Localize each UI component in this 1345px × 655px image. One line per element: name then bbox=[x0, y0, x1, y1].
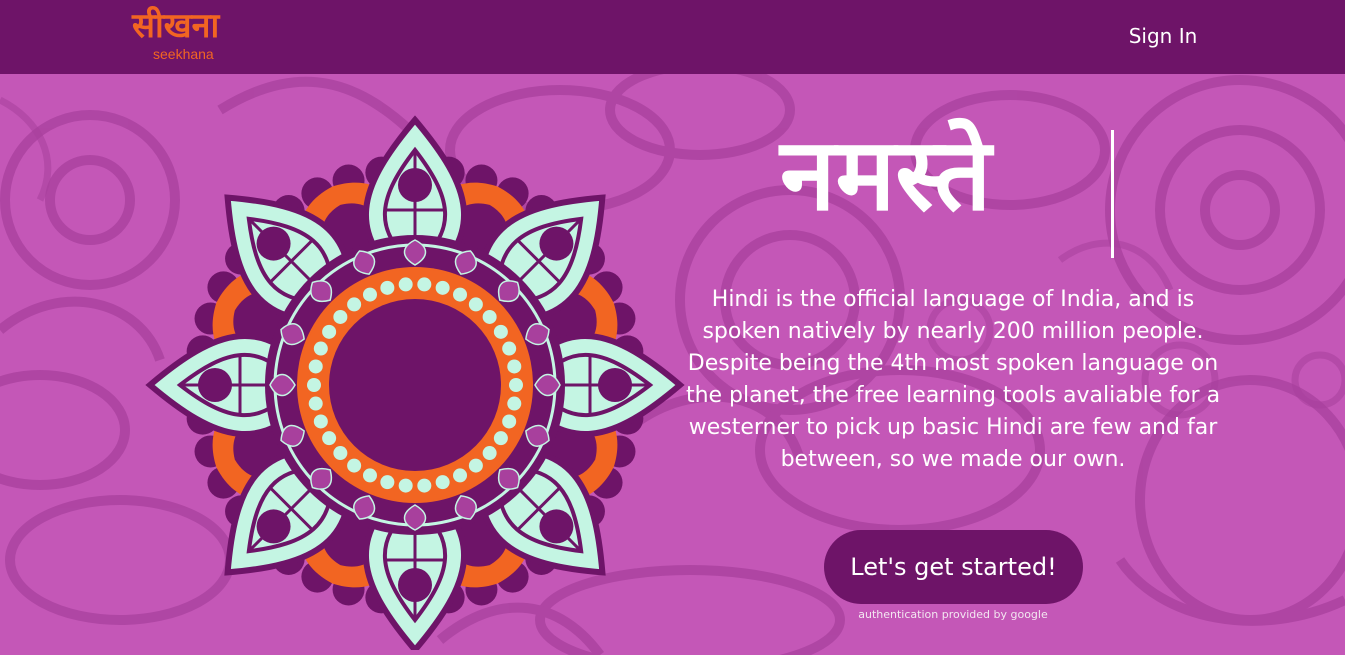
logo-hindi-text: सीखना bbox=[132, 6, 220, 46]
auth-note: authentication provided by google bbox=[858, 608, 1048, 621]
typing-cursor bbox=[1111, 130, 1114, 258]
get-started-button[interactable]: Let's get started! bbox=[824, 530, 1083, 604]
headline-text: नमस्ते bbox=[780, 116, 992, 233]
logo[interactable]: सीखना seekhana bbox=[132, 6, 272, 66]
mandala-illustration bbox=[145, 115, 685, 650]
top-nav-bar: सीखना seekhana Sign In bbox=[0, 0, 1345, 74]
namaste-headline: नमस्ते bbox=[780, 100, 1120, 260]
hero-description: Hindi is the official language of India,… bbox=[685, 287, 1221, 472]
logo-latin-text: seekhana bbox=[153, 46, 214, 62]
sign-in-button[interactable]: Sign In bbox=[1120, 18, 1206, 54]
